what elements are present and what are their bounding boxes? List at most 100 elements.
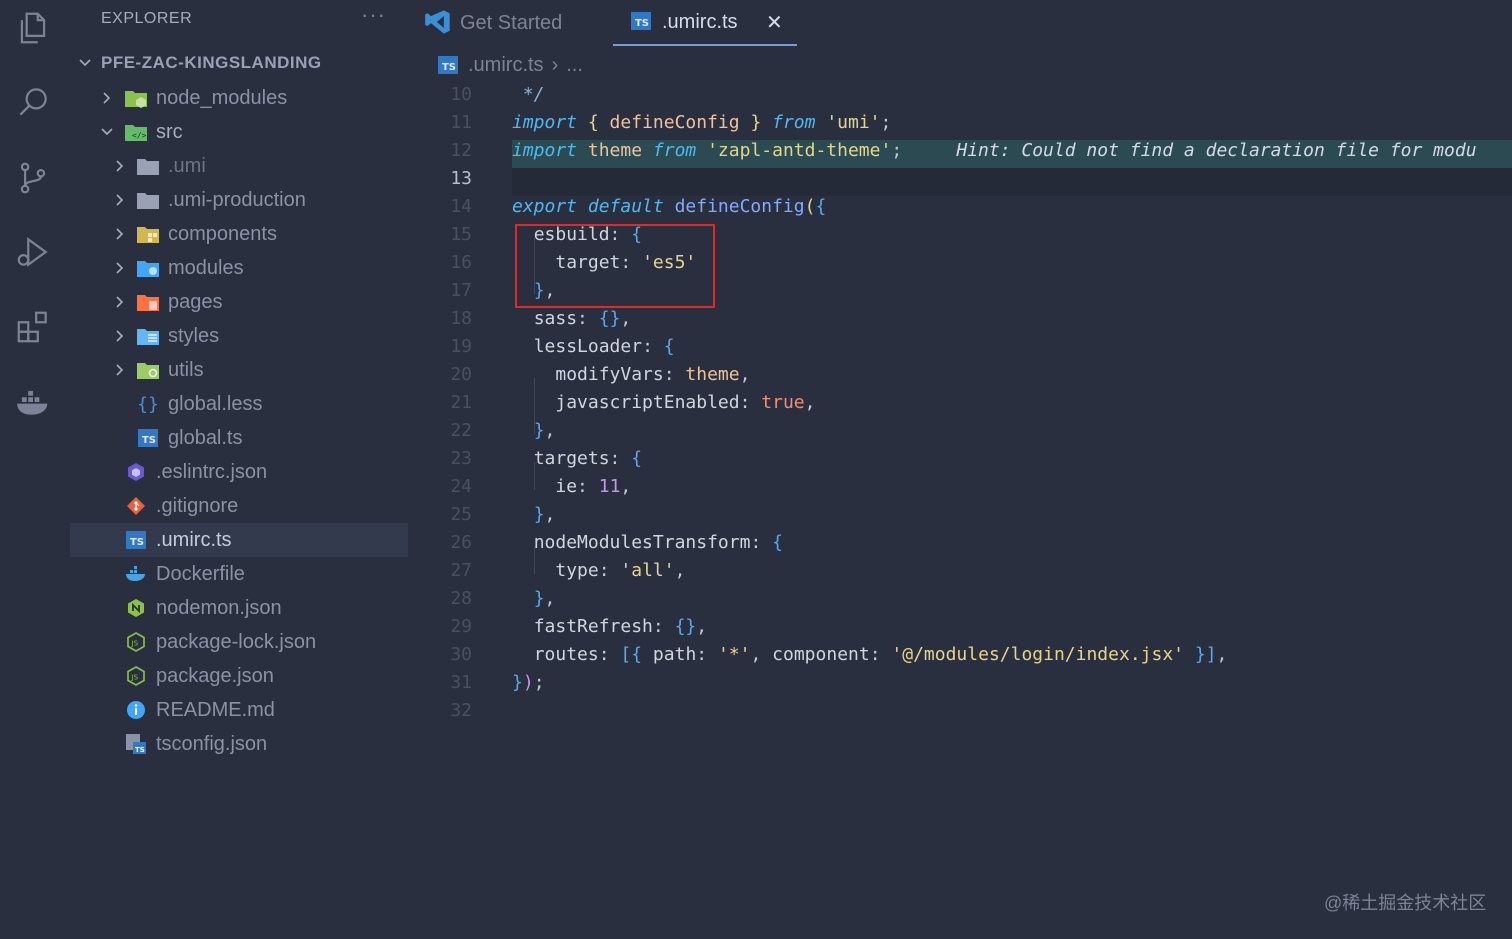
close-icon[interactable]: ✕ (766, 10, 783, 35)
tree-item-package-json[interactable]: JS package.json (70, 659, 408, 693)
tree-item-readme[interactable]: README.md (70, 693, 408, 727)
breadcrumb-file[interactable]: .umirc.ts (468, 54, 544, 77)
code-line: 23 targets: { (450, 448, 643, 469)
run-debug-icon[interactable] (13, 232, 53, 272)
explorer-title: EXPLORER (101, 10, 193, 27)
tree-item-global-ts[interactable]: TS global.ts (70, 421, 408, 455)
git-icon (124, 495, 148, 517)
tree-item-utils[interactable]: utils (70, 353, 408, 387)
code-editor[interactable]: 10 */ 11 import { defineConfig } from 'um… (410, 84, 1512, 939)
eslint-icon (124, 461, 148, 483)
tree-item-dockerfile[interactable]: Dockerfile (70, 557, 408, 591)
code-line: 30 routes: [{ path: '*', component: '@/m… (450, 644, 1228, 665)
folder-icon (136, 155, 160, 177)
tree-item-styles[interactable]: styles (70, 319, 408, 353)
tree-item-tsconfig[interactable]: TS tsconfig.json (70, 727, 408, 761)
tab-get-started[interactable]: Get Started (424, 0, 614, 46)
tsconfig-icon: TS (124, 733, 148, 755)
svg-text:TS: TS (135, 746, 145, 754)
code-line: 29 fastRefresh: {}, (450, 616, 708, 637)
files-icon[interactable] (13, 8, 53, 48)
typescript-file-icon: TS (438, 56, 458, 74)
code-line: 18 sass: {}, (450, 308, 632, 329)
project-root[interactable]: PFE-ZAC-KINGSLANDING (70, 46, 408, 80)
modules-folder-icon (136, 257, 160, 279)
chevron-right-icon (113, 227, 127, 241)
chevron-down-icon (78, 56, 92, 70)
typescript-file-icon: TS (631, 12, 651, 30)
inline-hint: Hint: Could not find a declaration file … (902, 140, 1477, 161)
typescript-file-icon: TS (124, 529, 148, 551)
extensions-icon[interactable] (13, 307, 53, 347)
less-file-icon: {} (137, 393, 159, 415)
code-line: 20 modifyVars: theme, (450, 364, 751, 385)
nodejs-icon: JS (124, 665, 148, 687)
info-icon (124, 699, 148, 721)
search-icon[interactable] (13, 82, 53, 122)
more-actions-icon[interactable]: ··· (361, 2, 386, 28)
components-folder-icon (136, 223, 160, 245)
code-line: 21 javascriptEnabled: true, (450, 392, 816, 413)
svg-text:JS: JS (131, 674, 139, 682)
breadcrumb-separator: › (551, 53, 559, 76)
code-line: 28 }, (450, 588, 556, 609)
pages-folder-icon (136, 291, 160, 313)
folder-icon (136, 189, 160, 211)
tree-item-nodemon[interactable]: nodemon.json (70, 591, 408, 625)
typescript-file-icon: TS (136, 427, 160, 449)
tree-item-pages[interactable]: pages (70, 285, 408, 319)
code-line: 27 type: 'all', (450, 560, 686, 581)
highlight-box (515, 224, 715, 308)
activity-bar (0, 0, 66, 939)
styles-folder-icon (136, 325, 160, 347)
docker-file-icon (124, 563, 148, 585)
tree-item-eslintrc[interactable]: .eslintrc.json (70, 455, 408, 489)
project-root-label: PFE-ZAC-KINGSLANDING (101, 53, 322, 72)
chevron-right-icon (113, 363, 127, 377)
chevron-right-icon (100, 91, 114, 105)
source-control-icon[interactable] (13, 158, 53, 198)
tab-umirc-label: .umirc.ts (662, 10, 738, 33)
docker-icon[interactable] (13, 382, 53, 422)
code-line: 24 ie: 11, (450, 476, 632, 497)
tree-item-package-lock[interactable]: JS package-lock.json (70, 625, 408, 659)
node-folder-icon (124, 87, 148, 109)
src-folder-icon: </> (124, 121, 148, 143)
tree-item-umirc-ts[interactable]: TS .umirc.ts (70, 523, 408, 557)
utils-folder-icon (136, 359, 160, 381)
tree-item-modules[interactable]: modules (70, 251, 408, 285)
tree-item-global-less[interactable]: {} global.less (70, 387, 408, 421)
tab-bar: Get Started TS .umirc.ts ✕ (410, 0, 1512, 46)
svg-text:JS: JS (131, 640, 139, 648)
tree-item-umi-production[interactable]: .umi-production (70, 183, 408, 217)
breadcrumb: TS .umirc.ts › ... (438, 50, 583, 80)
tree-item-components[interactable]: components (70, 217, 408, 251)
code-line: 25 }, (450, 504, 556, 525)
code-line: 11 import { defineConfig } from 'umi'; (450, 112, 892, 133)
watermark: @稀土掘金技术社区 (1324, 893, 1487, 913)
tree-item-umi[interactable]: .umi (70, 149, 408, 183)
breadcrumb-more[interactable]: ... (566, 54, 583, 77)
code-line: 22 }, (450, 420, 556, 441)
tree-item-gitignore[interactable]: .gitignore (70, 489, 408, 523)
svg-text:</>: </> (132, 131, 147, 140)
nodemon-icon (124, 597, 148, 619)
code-line: 32 (450, 700, 472, 721)
vscode-logo-icon (424, 8, 452, 36)
explorer-sidebar: EXPLORER ··· PFE-ZAC-KINGSLANDING node_m… (66, 0, 410, 939)
chevron-down-icon (100, 125, 114, 139)
code-line-current: 13 (410, 168, 1512, 196)
code-line: 26 nodeModulesTransform: { (450, 532, 783, 553)
code-line: 19 lessLoader: { (450, 336, 675, 357)
tab-umirc-ts[interactable]: TS .umirc.ts ✕ (613, 0, 797, 46)
chevron-right-icon (113, 159, 127, 173)
tree-item-node-modules[interactable]: node_modules (70, 81, 408, 115)
code-line: 10 */ (450, 84, 545, 105)
chevron-right-icon (113, 295, 127, 309)
tab-get-started-label: Get Started (460, 11, 563, 34)
tree-item-src[interactable]: </> src (70, 115, 408, 149)
code-line-with-hint: 12 import theme from 'zapl-antd-theme'; H… (410, 140, 1512, 168)
chevron-right-icon (113, 329, 127, 343)
code-line: 14 export default defineConfig({ (450, 196, 827, 217)
code-line: 31}); (450, 672, 545, 693)
